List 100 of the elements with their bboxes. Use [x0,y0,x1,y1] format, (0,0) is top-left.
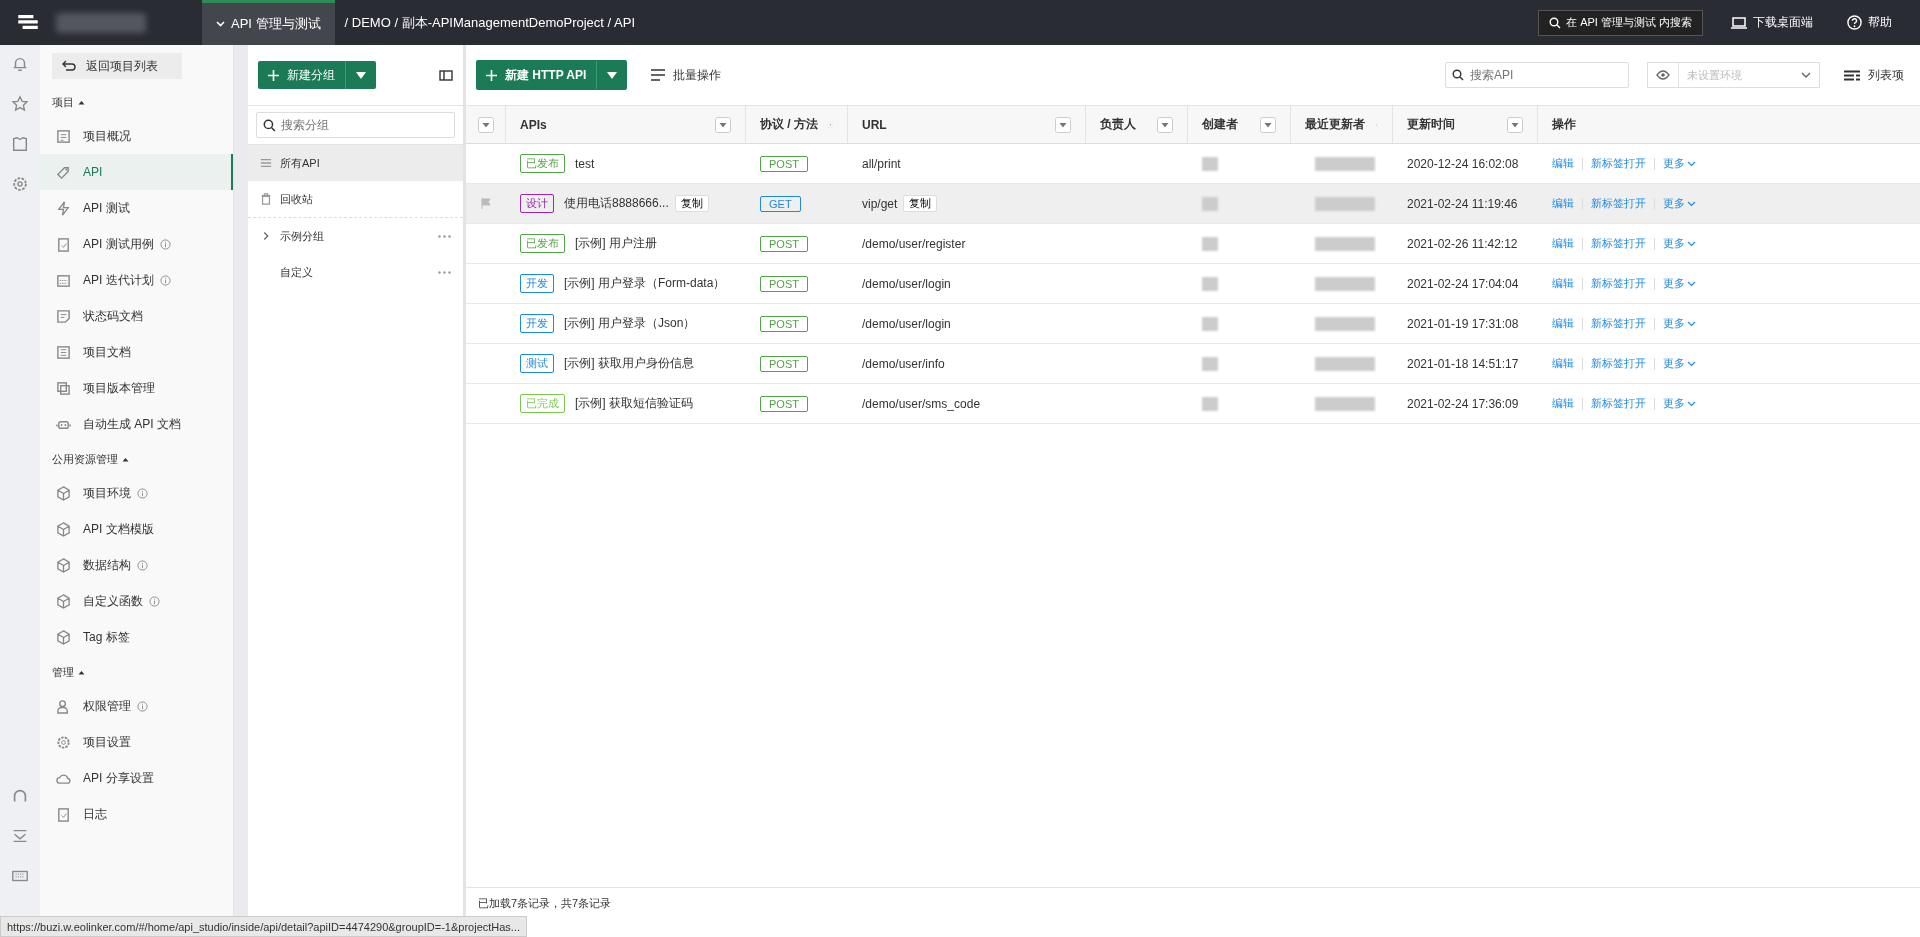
action-link[interactable]: 新标签打开 [1591,396,1646,411]
sidebar-item[interactable]: API 测试 [40,190,233,226]
sidebar-item[interactable]: 项目文档 [40,334,233,370]
info-icon[interactable] [137,559,148,571]
chevron-down-icon[interactable] [1687,320,1696,327]
section-header[interactable]: 公用资源管理 [40,442,233,475]
action-link[interactable]: 更多 [1663,236,1685,251]
help-button[interactable]: 帮助 [1841,13,1898,32]
action-link[interactable]: 新标签打开 [1591,356,1646,371]
action-link[interactable]: 更多 [1663,396,1685,411]
api-name[interactable]: test [575,156,595,171]
bell-icon[interactable] [11,55,29,73]
info-icon[interactable] [159,274,171,286]
info-icon[interactable] [137,487,148,499]
filter-button[interactable] [715,116,731,133]
action-link[interactable]: 编辑 [1552,156,1574,171]
section-header[interactable]: 管理 [40,655,233,688]
api-name[interactable]: 使用电话8888666... [564,195,669,212]
sidebar-item[interactable]: 项目版本管理 [40,370,233,406]
group-item[interactable]: 自定义 [248,254,463,290]
api-name[interactable]: [示例] 用户登录（Json） [564,315,696,332]
download-desktop-button[interactable]: 下载桌面端 [1725,13,1819,32]
batch-button[interactable]: 批量操作 [645,65,728,85]
action-link[interactable]: 编辑 [1552,396,1574,411]
group-item[interactable]: 所有API [248,145,463,181]
eye-icon [1656,70,1670,80]
table-row[interactable]: 已完成 [示例] 获取短信验证码 POST /demo/user/sms_code 2021-02-24 17:36:09 编辑 新标签打开 更多 [466,384,1920,424]
chevron-down-icon[interactable] [1687,160,1696,167]
module-dropdown[interactable]: API 管理与测试 [202,0,335,45]
action-link[interactable]: 编辑 [1552,276,1574,291]
action-link[interactable]: 新标签打开 [1591,316,1646,331]
group-search-field[interactable]: 搜索分组 [256,112,455,138]
sidebar-item[interactable]: 自定义函数 [40,583,233,619]
sidebar-item[interactable]: 项目环境 [40,475,233,511]
columns-button[interactable]: 列表项 [1838,65,1910,85]
api-name[interactable]: [示例] 获取短信验证码 [575,395,693,412]
sidebar-item[interactable]: 数据结构 [40,547,233,583]
info-icon[interactable] [159,238,171,250]
table-row[interactable]: 已发布 [示例] 用户注册 POST /demo/user/register 2021-02-26 11:42:12 编辑 新标签打开 更多 [466,224,1920,264]
sidebar-item[interactable]: API 分享设置 [40,760,233,796]
sidebar-item[interactable]: API 测试用例 [40,226,233,262]
action-link[interactable]: 更多 [1663,276,1685,291]
sidebar-item[interactable]: Tag 标签 [40,619,233,655]
panel-icon[interactable] [439,69,453,81]
chevron-down-icon[interactable] [1687,240,1696,247]
info-icon[interactable] [149,595,160,607]
filter-button[interactable] [1157,116,1173,133]
action-link[interactable]: 更多 [1663,356,1685,371]
table-row[interactable]: 测试 [示例] 获取用户身份信息 POST /demo/user/info 2021-01-18 14:51:17 编辑 新标签打开 更多 [466,344,1920,384]
more-icon[interactable] [438,234,451,238]
sidebar-item[interactable]: 日志 [40,796,233,832]
settings-icon[interactable] [11,175,29,193]
flag-icon[interactable] [481,198,491,209]
shirt-icon[interactable] [11,135,29,153]
star-icon[interactable] [11,95,29,113]
action-link[interactable]: 编辑 [1552,356,1574,371]
chevron-down-icon[interactable] [1687,360,1696,367]
new-api-button[interactable]: 新建 HTTP API [476,60,628,90]
table-row[interactable]: 开发 [示例] 用户登录（Form-data） POST /demo/user/login 2021-02-24 17:04:04 编辑 新标签打开 更多 [466,264,1920,304]
api-name[interactable]: [示例] 用户注册 [575,235,657,252]
copy-button[interactable]: 复制 [903,195,938,212]
filter-button[interactable] [477,116,494,133]
sidebar-item[interactable]: API 文档模版 [40,511,233,547]
copy-button[interactable]: 复制 [674,195,709,212]
download-icon[interactable] [11,827,29,845]
info-icon[interactable] [137,700,148,712]
chevron-down-icon[interactable] [1687,200,1696,207]
table-row[interactable]: 开发 [示例] 用户登录（Json） POST /demo/user/login 2021-01-19 17:31:08 编辑 新标签打开 更多 [466,304,1920,344]
sidebar-item[interactable]: API 迭代计划 [40,262,233,298]
table-row[interactable]: 设计 使用电话8888666... 复制 GET vip/get 复制 2021-02-24 11:19:46 编辑 新标签打开 更多 [466,184,1920,224]
filter-button[interactable] [1507,116,1523,133]
action-link[interactable]: 新标签打开 [1591,236,1646,251]
column-header: URL [862,117,887,132]
group-item[interactable]: 回收站 [248,181,463,218]
action-link[interactable]: 编辑 [1552,236,1574,251]
sidebar-item[interactable]: 项目设置 [40,724,233,760]
global-search-field[interactable]: 在 API 管理与测试 内搜索 [1538,9,1703,36]
filter-button[interactable] [1055,116,1071,133]
action-link[interactable]: 更多 [1663,316,1685,331]
sidebar-item[interactable]: 项目概况 [40,118,233,154]
group-item[interactable]: 示例分组 [248,218,463,254]
sidebar-item[interactable]: 权限管理 [40,688,233,724]
chevron-down-icon[interactable] [1687,280,1696,287]
more-icon[interactable] [438,270,451,274]
sidebar-item[interactable]: API [40,154,233,190]
action-link[interactable]: 新标签打开 [1591,276,1646,291]
sidebar-item[interactable]: 自动生成 API 文档 [40,406,233,442]
back-button[interactable]: 返回项目列表 [52,53,182,79]
api-name[interactable]: [示例] 获取用户身份信息 [564,355,694,372]
section-header[interactable]: 项目 [40,85,233,118]
api-name[interactable]: [示例] 用户登录（Form-data） [564,275,726,292]
api-search-field[interactable]: 搜索API [1445,62,1629,88]
filter-button[interactable] [1260,116,1276,133]
action-link[interactable]: 编辑 [1552,316,1574,331]
new-group-button[interactable]: 新建分组 [258,61,376,89]
list-icon [651,69,666,81]
sidebar-item[interactable]: 状态码文档 [40,298,233,334]
chevron-down-icon[interactable] [1687,400,1696,407]
action-link[interactable]: 更多 [1663,156,1685,171]
action-link[interactable]: 新标签打开 [1591,156,1646,171]
